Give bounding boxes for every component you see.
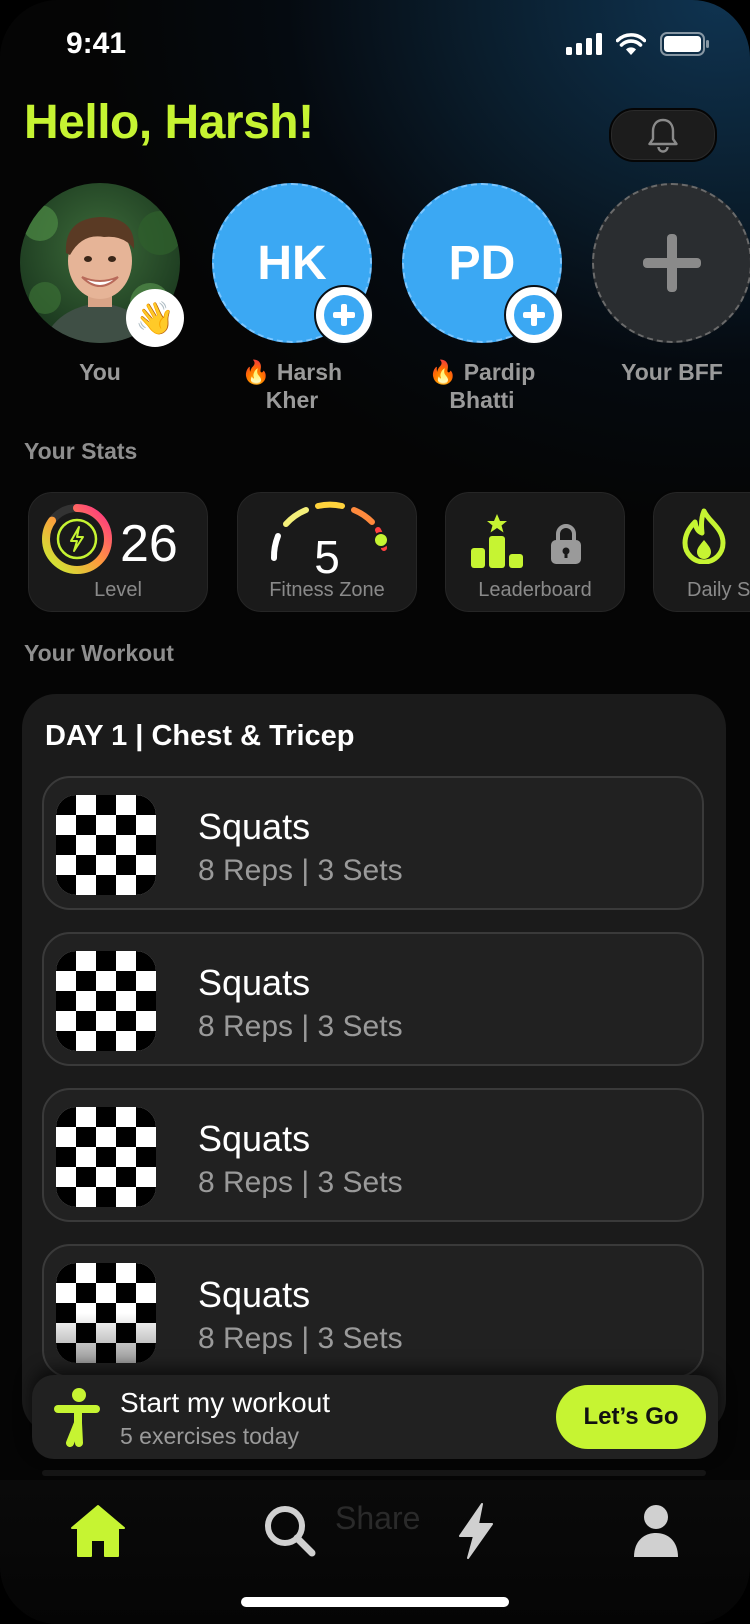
exercise-meta: 8 Reps | 3 Sets [198, 854, 403, 887]
add-friend-button[interactable] [314, 285, 374, 345]
exercise-meta: 8 Reps | 3 Sets [198, 1166, 403, 1199]
workout-section-title: Your Workout [24, 640, 174, 666]
exercise-name: Squats [198, 1118, 311, 1159]
friend-initials: PD [448, 236, 516, 290]
lock-icon [551, 524, 581, 564]
fitness-zone-value: 5 [314, 531, 340, 583]
lightning-icon [459, 1503, 493, 1559]
exercise-thumbnail [56, 1107, 156, 1207]
bell-icon [648, 118, 678, 153]
waving-hand-icon: 👋 [126, 289, 184, 347]
home-icon [71, 1505, 125, 1557]
flame-icon [682, 508, 726, 564]
workout-day-title: DAY 1 | Chest & Tricep [45, 720, 355, 752]
friend-you[interactable]: 👋 You [15, 183, 185, 386]
tab-activity[interactable] [436, 1496, 516, 1566]
exercise-thumbnail [56, 795, 156, 895]
start-workout-title: Start my workout [120, 1387, 331, 1418]
friend-name: 🔥 Pardip Bhatti [397, 358, 567, 414]
friend-harsh-kher[interactable]: HK 🔥 Harsh Kher [207, 183, 377, 414]
stat-leaderboard[interactable]: Leaderboard [443, 490, 627, 614]
plus-icon [643, 234, 701, 292]
status-time: 9:41 [66, 27, 127, 60]
phone-screen: 9:41 Hello, Harsh! 👋 You HK 🔥 Harsh Kher… [0, 0, 750, 1624]
exercise-name: Squats [198, 806, 311, 847]
stat-label: Leaderboard [478, 579, 592, 601]
exercise-item[interactable]: Squats 8 Reps | 3 Sets [42, 932, 704, 1066]
stat-level[interactable]: 26 Level [26, 490, 210, 614]
home-indicator [241, 1597, 509, 1607]
lightning-icon [70, 526, 84, 552]
avatar[interactable]: 👋 [20, 183, 184, 347]
add-friend-button[interactable] [504, 285, 564, 345]
exercise-meta: 8 Reps | 3 Sets [198, 1322, 403, 1355]
friend-name-line2: Bhatti [449, 387, 515, 413]
friend-name-line2: Kher [265, 387, 319, 413]
exercise-meta: 8 Reps | 3 Sets [198, 1010, 403, 1043]
start-workout-bar[interactable]: Start my workout 5 exercises today Let’s… [32, 1375, 718, 1459]
friend-name: Your BFF [621, 359, 723, 385]
friend-pardip-bhatti[interactable]: PD 🔥 Pardip Bhatti [397, 183, 567, 414]
wifi-icon [616, 33, 646, 55]
plus-icon [523, 304, 545, 326]
tab-bar: Share [0, 1480, 750, 1624]
search-icon [265, 1506, 316, 1557]
signal-icon [566, 33, 602, 55]
workout-card: DAY 1 | Chest & Tricep Squats 8 Reps | 3… [22, 694, 726, 1434]
share-ghost-label: Share [335, 1500, 421, 1536]
stat-daily-streak[interactable]: Daily S [651, 490, 750, 614]
stat-label: Daily S [687, 579, 750, 601]
notifications-button[interactable] [609, 108, 717, 162]
friend-avatar[interactable]: PD [402, 183, 564, 345]
lets-go-button[interactable]: Let’s Go [556, 1385, 706, 1449]
friend-name: You [79, 359, 121, 385]
exercise-item[interactable]: Squats 8 Reps | 3 Sets [42, 1244, 704, 1378]
user-icon [634, 1505, 678, 1557]
exercise-name: Squats [198, 962, 311, 1003]
divider [42, 1470, 706, 1476]
podium-icon [471, 514, 523, 568]
tab-profile[interactable] [616, 1496, 696, 1566]
friend-add-bff[interactable]: Your BFF [587, 183, 750, 386]
battery-icon [660, 32, 709, 56]
friend-name-line1: 🔥 Pardip [428, 359, 536, 385]
start-workout-subtitle: 5 exercises today [120, 1423, 299, 1449]
exercise-thumbnail [56, 1263, 156, 1363]
plus-icon [333, 304, 355, 326]
level-ring [42, 504, 112, 574]
friends-row: 👋 You HK 🔥 Harsh Kher PD 🔥 Pardip Bhatti… [0, 183, 750, 413]
status-icons [566, 32, 710, 56]
stats-row: 26 Level 5 Fitness Zone Leaderboard Dail… [0, 490, 750, 614]
stat-label: Fitness Zone [269, 579, 385, 601]
person-icon [54, 1388, 100, 1447]
stat-fitness-zone[interactable]: 5 Fitness Zone [235, 490, 419, 614]
status-bar: 9:41 [0, 0, 750, 90]
friend-name: 🔥 Harsh Kher [207, 358, 377, 414]
greeting-title: Hello, Harsh! [24, 96, 314, 149]
level-value: 26 [120, 515, 178, 573]
exercise-thumbnail [56, 951, 156, 1051]
add-bff-button[interactable] [592, 183, 750, 343]
exercise-item[interactable]: Squats 8 Reps | 3 Sets [42, 1088, 704, 1222]
friend-name-line1: 🔥 Harsh [241, 359, 343, 385]
stats-section-title: Your Stats [24, 438, 138, 464]
friend-avatar[interactable]: HK [212, 183, 374, 345]
tab-home[interactable] [58, 1496, 138, 1566]
stat-label: Level [94, 579, 142, 601]
exercise-item[interactable]: Squats 8 Reps | 3 Sets [42, 776, 704, 910]
exercise-name: Squats [198, 1274, 311, 1315]
friend-initials: HK [257, 236, 327, 290]
tab-search[interactable] [250, 1496, 330, 1566]
